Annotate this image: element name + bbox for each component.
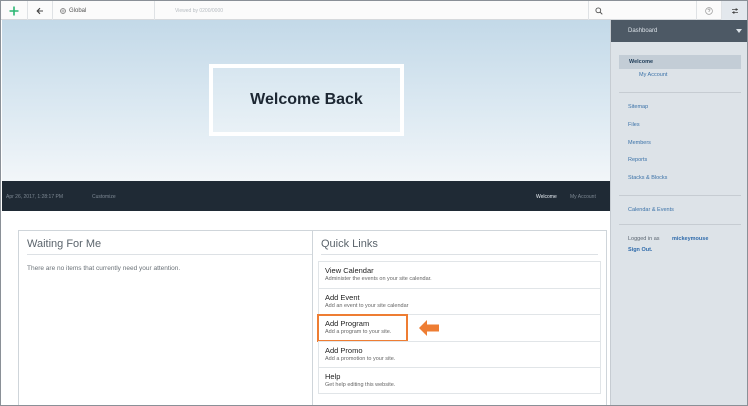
page-title: Welcome Back [250,91,363,108]
search-icon [595,6,603,15]
quick-link-add-promo[interactable]: Add Promo Add a promotion to your site. [318,340,601,367]
sidebar-item-my-account[interactable]: My Account [619,69,741,82]
sidebar-item-files[interactable]: Files [628,122,640,128]
dashboard-menu-header[interactable]: Dashboard [611,20,747,42]
sidebar-item-calendar-events[interactable]: Calendar & Events [628,207,674,213]
settings-toggle-button[interactable] [722,1,747,20]
quick-link-view-calendar[interactable]: View Calendar Administer the events on y… [318,261,601,288]
chevron-down-icon [736,29,742,33]
back-button[interactable] [28,1,53,20]
plus-logo-icon [9,6,19,15]
sidebar-item-stacks-blocks[interactable]: Stacks & Blocks [628,175,667,181]
help-icon [705,6,713,15]
waiting-for-me-panel: Waiting For Me There are no items that c… [18,230,328,405]
logo-button[interactable] [1,1,28,20]
sidebar-item-members[interactable]: Members [628,140,651,146]
account-group: Welcome My Account [619,55,741,101]
divider [619,92,741,93]
search-button[interactable] [589,1,697,20]
dashboard-navbar: Apr 26, 2017, 1:28:17 PM Customize Welco… [2,181,610,211]
global-menu[interactable]: Global [53,1,155,20]
page-path: Viewed by 0200/0000 [155,1,589,20]
logged-in-label: Logged in as [628,236,660,242]
quick-link-label: Help [325,372,341,381]
divider [619,195,741,196]
quick-links-title: Quick Links [321,238,378,250]
arrow-left-icon [36,7,43,14]
sidebar-item-sitemap[interactable]: Sitemap [628,104,648,110]
quick-link-label: Add Event [325,292,360,302]
waiting-panel-title: Waiting For Me [27,238,102,250]
divider [27,254,319,255]
welcome-box: Welcome Back [209,64,404,136]
highlight-box [317,314,408,342]
divider [619,224,741,225]
sidebar-item-reports[interactable]: Reports [628,157,647,163]
quick-link-label: View Calendar [325,266,374,275]
dashboard-sidebar: Dashboard Welcome My Account Sitemap Fil… [610,20,747,405]
quick-link-desc: Add an event to your site calendar [325,302,409,309]
arrow-left-callout-icon [419,320,439,336]
quick-link-help[interactable]: Help Get help editing this website. [318,367,601,394]
hero-banner: Welcome Back [2,20,610,181]
date-time: Apr 26, 2017, 1:28:17 PM [6,194,63,200]
sidebar-header-label: Dashboard [628,28,658,34]
top-toolbar: Global Viewed by 0200/0000 [1,1,747,20]
quick-links-panel: Quick Links View Calendar Administer the… [312,230,607,405]
sidebar-item-welcome[interactable]: Welcome [619,55,741,69]
waiting-empty-text: There are no items that currently need y… [27,265,181,272]
main-content: Welcome Back Apr 26, 2017, 1:28:17 PM Cu… [2,20,610,405]
quick-link-add-program[interactable]: Add Program Add a program to your site. [317,314,601,342]
quick-link-desc: Administer the events on your site calen… [325,276,432,282]
quick-link-desc: Add a promotion to your site. [325,355,396,362]
help-button[interactable] [697,1,722,20]
username-link[interactable]: mickeymouse [672,236,708,242]
nav-my-account-link[interactable]: My Account [570,194,596,200]
sliders-icon [731,8,738,13]
global-label: Global [69,7,87,14]
quick-link-label: Add Promo [325,345,363,355]
nav-welcome-link[interactable]: Welcome [536,194,557,200]
customize-link[interactable]: Customize [92,194,116,200]
globe-icon [60,7,66,14]
quick-links-list: View Calendar Administer the events on y… [317,261,601,394]
sign-out-link[interactable]: Sign Out. [628,247,652,253]
page-path-text: Viewed by 0200/0000 [175,7,224,14]
app-frame: Global Viewed by 0200/0000 Welcome Back … [0,0,748,406]
quick-link-add-event[interactable]: Add Event Add an event to your site cale… [318,287,601,314]
quick-link-desc: Get help editing this website. [325,382,396,388]
divider [321,254,598,255]
